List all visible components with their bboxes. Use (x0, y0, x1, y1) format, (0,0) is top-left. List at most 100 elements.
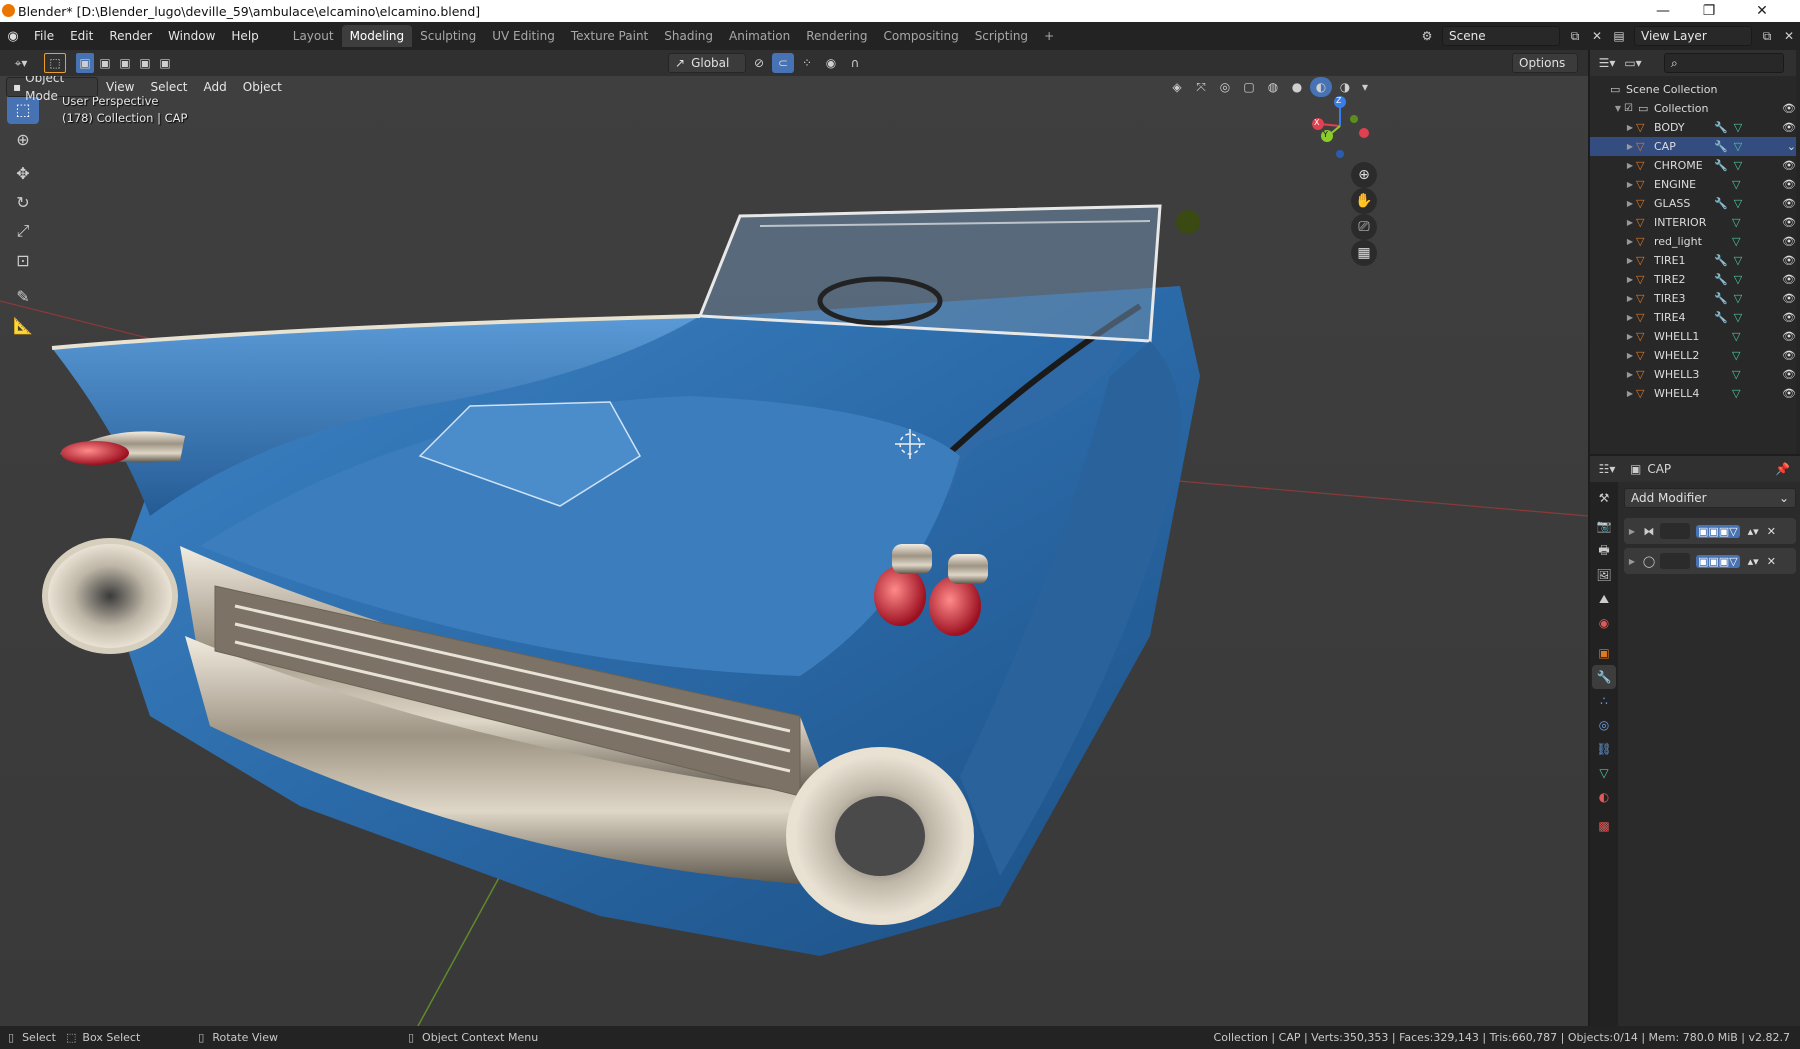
outliner-editor-icon[interactable]: ☰▾ (1596, 53, 1618, 73)
menu-edit[interactable]: Edit (62, 26, 101, 46)
mesh-data-tab-icon[interactable]: ▽ (1592, 761, 1616, 785)
outliner-item[interactable]: ▶ ▽ BODY 🔧 ▽ 👁 (1590, 118, 1800, 137)
gizmo-x-label[interactable]: X (1314, 118, 1319, 127)
editor-type-icon[interactable]: ⌖▾ (6, 53, 36, 73)
view-layer-field[interactable]: View Layer (1634, 26, 1752, 46)
outliner-item[interactable]: ▶ ▽ TIRE4 🔧 ▽ 👁 (1590, 308, 1800, 327)
mesh-data-icon[interactable]: ▽ (1732, 349, 1740, 362)
mesh-data-icon[interactable]: ▽ (1734, 311, 1742, 324)
visibility-eye-icon[interactable]: 👁 (1782, 102, 1796, 115)
outliner-item[interactable]: ▶ ▽ CAP 🔧 ▽ ⌄ (1590, 137, 1800, 156)
expand-object-icon[interactable]: ▶ (1624, 332, 1636, 341)
expand-object-icon[interactable]: ▶ (1624, 256, 1636, 265)
mode-subtract-icon[interactable]: ▣ (116, 53, 134, 73)
visibility-eye-icon[interactable]: 👁 (1782, 330, 1796, 343)
mode-extend-icon[interactable]: ▣ (96, 53, 114, 73)
mesh-data-icon[interactable]: ▽ (1732, 235, 1740, 248)
outliner-item[interactable]: ▶ ▽ GLASS 🔧 ▽ 👁 (1590, 194, 1800, 213)
scene-tab-icon[interactable]: ⛰ (1592, 587, 1616, 611)
annotate-tool-icon[interactable]: ✎ (7, 281, 39, 311)
pan-hand-icon[interactable]: ✋ (1351, 188, 1377, 214)
material-shading-icon[interactable]: ◐ (1310, 77, 1332, 97)
shading-options-icon[interactable]: ▾ (1358, 77, 1372, 97)
physics-tab-icon[interactable]: ◎ (1592, 713, 1616, 737)
modifier-icon[interactable]: 🔧 (1714, 273, 1728, 286)
tab-shading[interactable]: Shading (656, 25, 721, 47)
modifier-icon[interactable]: 🔧 (1714, 292, 1728, 305)
expand-object-icon[interactable]: ▶ (1624, 294, 1636, 303)
outliner-item[interactable]: ▶ ▽ CHROME 🔧 ▽ 👁 (1590, 156, 1800, 175)
visibility-eye-icon[interactable]: 👁 (1782, 159, 1796, 172)
mesh-data-icon[interactable]: ▽ (1734, 292, 1742, 305)
outliner-item[interactable]: ▶ ▽ TIRE1 🔧 ▽ 👁 (1590, 251, 1800, 270)
modifier-icon[interactable]: 🔧 (1714, 197, 1728, 210)
maximize-button[interactable]: ❐ (1686, 0, 1732, 22)
checkbox-icon[interactable]: ☑ (1624, 103, 1638, 114)
expand-object-icon[interactable]: ▶ (1624, 180, 1636, 189)
blender-menu-icon[interactable]: ◉ (0, 29, 26, 44)
move-modifier-icon[interactable]: ▴▾ (1748, 555, 1759, 568)
mesh-data-icon[interactable]: ▽ (1734, 273, 1742, 286)
options-dropdown[interactable]: Options (1512, 53, 1578, 73)
tab-texture-paint[interactable]: Texture Paint (563, 25, 656, 47)
tab-sculpting[interactable]: Sculpting (412, 25, 484, 47)
visibility-eye-icon[interactable]: ⌄ (1787, 140, 1796, 153)
expand-object-icon[interactable]: ▶ (1624, 218, 1636, 227)
modifier-icon[interactable]: 🔧 (1714, 311, 1728, 324)
mesh-data-icon[interactable]: ▽ (1732, 216, 1740, 229)
pin-icon[interactable]: 📌 (1775, 462, 1790, 476)
expand-object-icon[interactable]: ▶ (1624, 313, 1636, 322)
menu-object[interactable]: Object (235, 77, 290, 97)
gizmo-toggle-icon[interactable]: ⤧ (1190, 77, 1212, 97)
output-tab-icon[interactable]: 🖶 (1592, 539, 1616, 563)
outliner-item[interactable]: ▶ ▽ WHELL1 ▽ 👁 (1590, 327, 1800, 346)
new-view-layer-icon[interactable]: ⧉ (1756, 26, 1778, 46)
visibility-eye-icon[interactable]: 👁 (1782, 121, 1796, 134)
new-scene-icon[interactable]: ⧉ (1564, 26, 1586, 46)
visibility-eye-icon[interactable]: 👁 (1782, 311, 1796, 324)
visibility-eye-icon[interactable]: 👁 (1782, 387, 1796, 400)
select-tool-icon[interactable]: ⬚ (44, 53, 66, 73)
camera-view-icon[interactable]: ⎚ (1351, 214, 1377, 240)
outliner-item[interactable]: ▶ ▽ ENGINE ▽ 👁 (1590, 175, 1800, 194)
mesh-data-icon[interactable]: ▽ (1734, 197, 1742, 210)
visibility-eye-icon[interactable]: 👁 (1782, 178, 1796, 191)
visibility-eye-icon[interactable]: 👁 (1782, 197, 1796, 210)
modifier-name-field[interactable] (1660, 553, 1690, 569)
outliner-scrollbar[interactable] (1796, 50, 1800, 454)
measure-tool-icon[interactable]: 📐 (7, 310, 39, 340)
outliner-item[interactable]: ▶ ▽ WHELL2 ▽ 👁 (1590, 346, 1800, 365)
modifier-panel-mirror[interactable]: ▶ ⧓ ▣▣▣▽ ▴▾ ✕ (1624, 518, 1796, 544)
menu-view[interactable]: View (98, 77, 142, 97)
visibility-eye-icon[interactable]: 👁 (1782, 273, 1796, 286)
material-tab-icon[interactable]: ◐ (1592, 785, 1616, 809)
menu-add[interactable]: Add (196, 77, 235, 97)
menu-select[interactable]: Select (142, 77, 195, 97)
move-tool-icon[interactable]: ✥ (7, 158, 39, 188)
remove-modifier-icon[interactable]: ✕ (1767, 525, 1776, 538)
snap-target-icon[interactable]: ⁘ (796, 53, 818, 73)
visibility-eye-icon[interactable]: 👁 (1782, 254, 1796, 267)
expand-object-icon[interactable]: ▶ (1624, 142, 1636, 151)
tab-scripting[interactable]: Scripting (967, 25, 1036, 47)
modifier-tab-icon[interactable]: 🔧 (1592, 665, 1616, 689)
mesh-data-icon[interactable]: ▽ (1732, 330, 1740, 343)
scene-field[interactable]: Scene (1442, 26, 1560, 46)
modifier-icon[interactable]: 🔧 (1714, 140, 1728, 153)
mesh-data-icon[interactable]: ▽ (1732, 368, 1740, 381)
visibility-eye-icon[interactable]: 👁 (1782, 368, 1796, 381)
modifier-icon[interactable]: 🔧 (1714, 159, 1728, 172)
tab-rendering[interactable]: Rendering (798, 25, 875, 47)
expand-object-icon[interactable]: ▶ (1624, 389, 1636, 398)
object-tab-icon[interactable]: ▣ (1592, 641, 1616, 665)
rotate-tool-icon[interactable]: ↻ (7, 187, 39, 217)
particles-tab-icon[interactable]: ∴ (1592, 689, 1616, 713)
collection-row[interactable]: ▼ ☑ ▭ Collection 👁 (1590, 99, 1800, 118)
visibility-eye-icon[interactable]: 👁 (1782, 235, 1796, 248)
expand-object-icon[interactable]: ▶ (1624, 161, 1636, 170)
expand-object-icon[interactable]: ▶ (1624, 123, 1636, 132)
outliner-item[interactable]: ▶ ▽ WHELL4 ▽ 👁 (1590, 384, 1800, 403)
mode-intersect-icon[interactable]: ▣ (156, 53, 174, 73)
mesh-data-icon[interactable]: ▽ (1734, 140, 1742, 153)
scene-collection-row[interactable]: ▭ Scene Collection (1590, 80, 1800, 99)
